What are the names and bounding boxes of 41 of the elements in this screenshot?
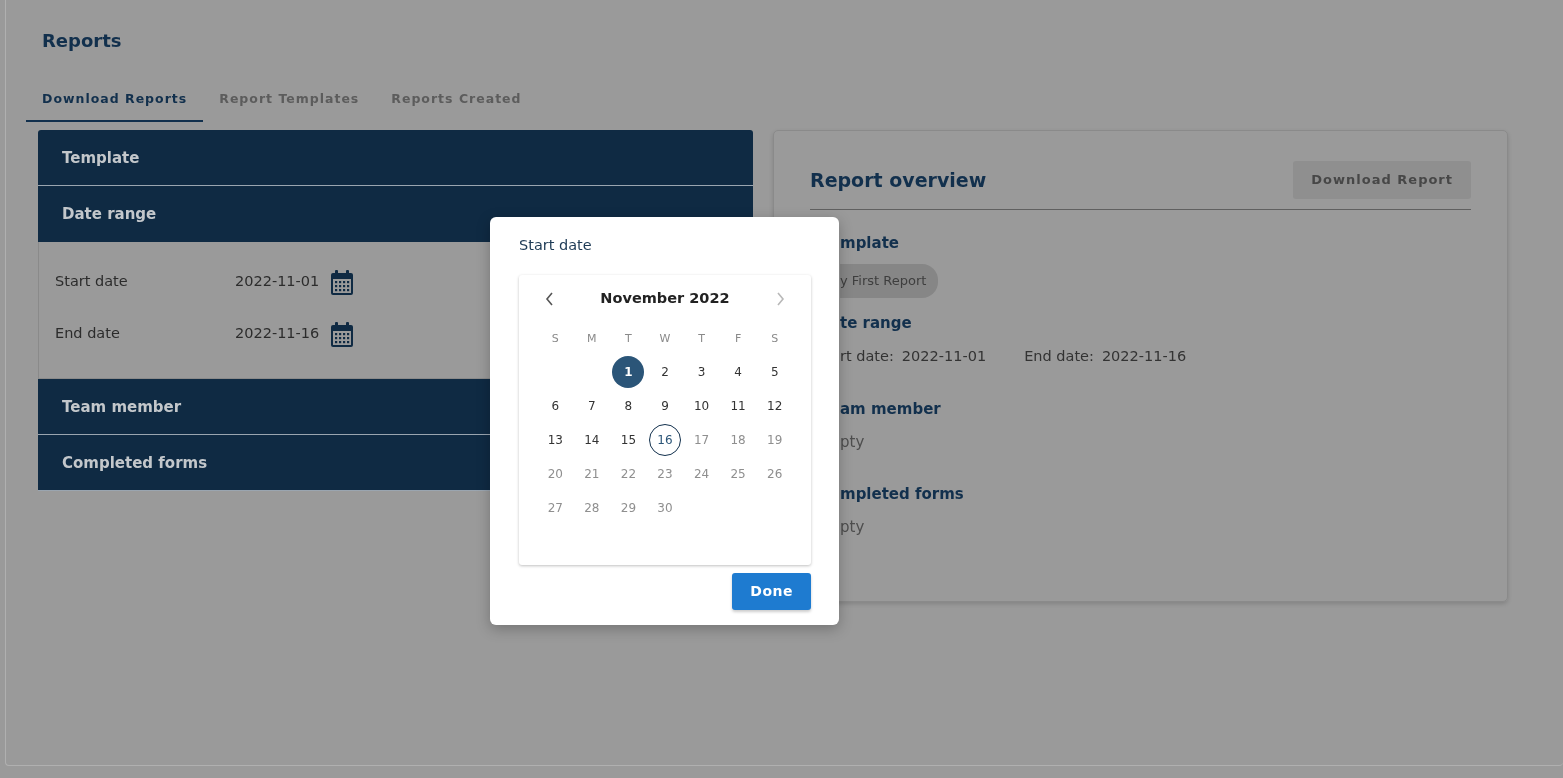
section-heading: mpleted forms [840,484,965,506]
weekday-label: F [734,330,742,347]
accordion-header[interactable]: Template [38,130,753,187]
calendar-day[interactable]: 10 [685,389,718,422]
calendar-day[interactable]: 11 [722,389,755,422]
calendar-day[interactable]: 12 [758,389,791,422]
month-label: November 2022 [600,288,730,308]
date-value: 2022-11-01 [235,272,320,292]
tab[interactable]: Download Reports [26,79,204,123]
calendar-day[interactable]: 1 [612,355,645,388]
date-value: 2022-11-16 [235,324,320,344]
done-button[interactable]: Done [732,572,811,610]
weekday-label: T [698,330,705,347]
date-value: 2022-11-16 [1101,348,1187,365]
calendar-icon[interactable] [331,321,354,347]
empty-text: pty [840,431,866,453]
card-title: Report overview [810,167,987,193]
template-tag: y First Report [840,264,939,298]
weekday-label: W [659,330,671,347]
calendar-icon[interactable] [331,269,354,295]
calendar-day[interactable]: 9 [649,389,681,422]
calendar-day[interactable]: 7 [575,389,608,422]
date-value: 2022-11-01 [901,348,987,365]
date-label: rt date: [840,348,894,365]
weekday-label: S [551,330,559,347]
chevron-left-icon [545,292,554,307]
section-heading: mplate [840,232,900,254]
calendar-day[interactable]: 5 [758,355,791,388]
field-label: Start date [55,272,129,292]
calendar-day[interactable]: 8 [612,389,645,422]
weekday-label: M [587,330,597,347]
empty-text: pty [840,516,866,538]
section-heading: te range [840,312,913,334]
field-label: End date [55,324,121,344]
weekday-label: T [625,330,632,347]
date-label: End date: [1024,348,1094,365]
page-title: Reports [42,30,123,52]
chevron-right-icon [776,292,785,307]
weekday-label: S [771,330,779,347]
section-heading: am member [840,399,942,421]
calendar-day[interactable]: 6 [539,389,572,422]
